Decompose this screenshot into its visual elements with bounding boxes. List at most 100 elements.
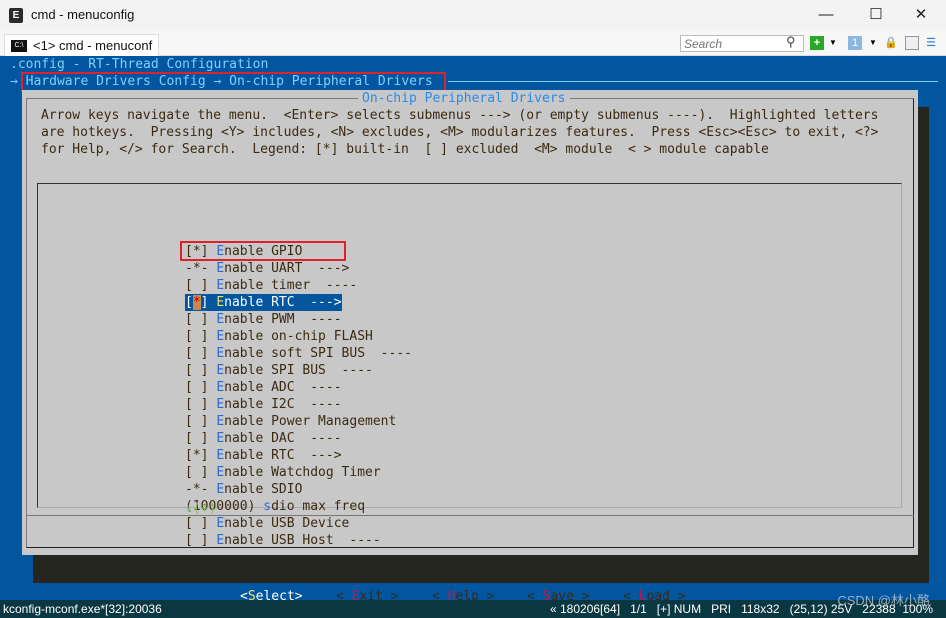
pane-icon[interactable]: 1 (848, 36, 862, 50)
item-state: [ ] (185, 329, 217, 344)
menu-item[interactable]: -*- Enable SDIO (185, 481, 302, 498)
window-title: cmd - menuconfig (31, 7, 135, 22)
menu-item[interactable]: [ ] Enable USB Host ---- (185, 532, 381, 549)
terminal[interactable]: .config - RT-Thread Configuration → Hard… (0, 56, 946, 605)
console-icon: C:\ (11, 39, 27, 52)
split-icon[interactable] (905, 36, 919, 50)
item-label: nable RTC ---> (224, 295, 342, 310)
item-hotkey: E (216, 431, 225, 446)
item-hotkey: E (216, 397, 225, 412)
item-state: [ ] (185, 414, 217, 429)
maximize-button[interactable]: ☐ (853, 3, 899, 27)
menu-icon[interactable]: ☰ (924, 36, 938, 50)
item-state: [ ] (185, 278, 217, 293)
item-state: [ ] (185, 380, 217, 395)
item-hotkey: E (216, 363, 225, 378)
item-hotkey: E (216, 465, 225, 480)
text-cursor: * (192, 295, 201, 310)
item-state: [ ] (185, 363, 217, 378)
tab-bar: C:\ <1> cmd - menuconf (0, 31, 946, 56)
help-text: Arrow keys navigate the menu. <Enter> se… (41, 108, 879, 123)
item-label: nable soft SPI BUS ---- (224, 346, 412, 361)
item-hotkey: E (216, 414, 225, 429)
menu-item[interactable]: [ ] Enable SPI BUS ---- (185, 362, 373, 379)
item-hotkey: E (216, 346, 225, 361)
item-state: [ ] (185, 346, 217, 361)
menu-item[interactable]: [ ] Enable on-chip FLASH (185, 328, 373, 345)
item-label: nable Watchdog Timer (224, 465, 381, 480)
item-label: nable SPI BUS ---- (224, 363, 373, 378)
item-label: nable SDIO (224, 482, 303, 497)
item-label: dio max freq (271, 499, 366, 514)
item-label: nable Power Management (224, 414, 397, 429)
item-state: -*- (185, 261, 217, 276)
item-state: [*] (185, 448, 217, 463)
menu-item[interactable]: [ ] Enable I2C ---- (185, 396, 342, 413)
menu-item[interactable]: [ ] Enable PWM ---- (185, 311, 342, 328)
item-hotkey: E (216, 533, 225, 548)
menu-item[interactable]: [ ] Enable Watchdog Timer (185, 464, 381, 481)
item-state: [ ] (185, 397, 217, 412)
dropdown-icon[interactable]: ▼ (866, 36, 880, 50)
item-hotkey: E (216, 448, 225, 463)
minimize-button[interactable]: — (803, 3, 849, 27)
item-label: nable RTC ---> (224, 448, 342, 463)
item-label: nable USB Host ---- (224, 533, 381, 548)
menu-item[interactable]: -*- Enable UART ---> (185, 260, 349, 277)
item-label: nable timer ---- (224, 278, 358, 293)
highlight-box (180, 241, 346, 261)
close-button[interactable]: ✕ (898, 3, 944, 27)
status-bar: kconfig-mconf.exe*[32]:20036 « 180206[64… (0, 600, 946, 618)
item-label: nable UART ---> (224, 261, 350, 276)
item-label: nable ADC ---- (224, 380, 342, 395)
item-hotkey: E (216, 312, 225, 327)
dropdown-icon[interactable]: ▼ (826, 36, 840, 50)
item-state: [ ] (185, 312, 217, 327)
item-hotkey: E (216, 516, 225, 531)
app-icon: E (9, 8, 23, 23)
menu-item[interactable]: [ ] Enable Power Management (185, 413, 396, 430)
status-process: kconfig-mconf.exe*[32]:20036 (3, 602, 162, 616)
item-label: nable I2C ---- (224, 397, 342, 412)
item-hotkey: E (216, 329, 225, 344)
item-state: [*] (185, 295, 217, 310)
item-label: nable on-chip FLASH (224, 329, 373, 344)
console-tab[interactable]: C:\ <1> cmd - menuconf (4, 34, 160, 56)
item-hotkey: E (216, 278, 225, 293)
item-state: [ ] (185, 431, 217, 446)
item-label: nable USB Device (224, 516, 350, 531)
help-text: for Help, </> for Search. Legend: [*] bu… (41, 142, 769, 157)
menu-item[interactable]: [ ] Enable soft SPI BUS ---- (185, 345, 412, 362)
menu-item[interactable]: [ ] Enable USB Device (185, 515, 349, 532)
menu-item[interactable]: [ ] Enable timer ---- (185, 277, 357, 294)
title-bar: E cmd - menuconfig — ☐ ✕ (0, 0, 946, 31)
menu-item[interactable]: [ ] Enable DAC ---- (185, 430, 342, 447)
menu-dialog: On-chip Peripheral Drivers Arrow keys na… (22, 90, 918, 605)
divider (448, 81, 938, 82)
item-hotkey: E (216, 380, 225, 395)
help-text: are hotkeys. Pressing <Y> includes, <N> … (41, 125, 879, 140)
item-hotkey: s (263, 499, 272, 514)
new-console-icon[interactable]: + (810, 36, 824, 50)
item-label: nable PWM ---- (224, 312, 342, 327)
item-state: [ ] (185, 533, 217, 548)
dialog-title: On-chip Peripheral Drivers (358, 90, 570, 107)
search-icon[interactable]: ⚲ (786, 34, 796, 50)
highlight-box (21, 72, 446, 92)
config-header: .config - RT-Thread Configuration (10, 57, 269, 72)
item-state: -*- (185, 482, 217, 497)
item-hotkey: E (216, 482, 225, 497)
item-hotkey: E (216, 261, 225, 276)
menu-item[interactable]: [*] Enable RTC ---> (185, 294, 342, 311)
item-state: [ ] (185, 516, 217, 531)
item-state: [ ] (185, 465, 217, 480)
lock-icon[interactable]: 🔒 (884, 36, 898, 50)
item-hotkey: E (216, 295, 225, 310)
divider (26, 515, 914, 516)
tab-label: <1> cmd - menuconf (33, 37, 153, 53)
menu-list-box (37, 183, 902, 508)
menu-item[interactable]: [*] Enable RTC ---> (185, 447, 342, 464)
watermark: CSDN @林小酪 (837, 593, 930, 608)
item-label: nable DAC ---- (224, 431, 342, 446)
menu-item[interactable]: [ ] Enable ADC ---- (185, 379, 342, 396)
